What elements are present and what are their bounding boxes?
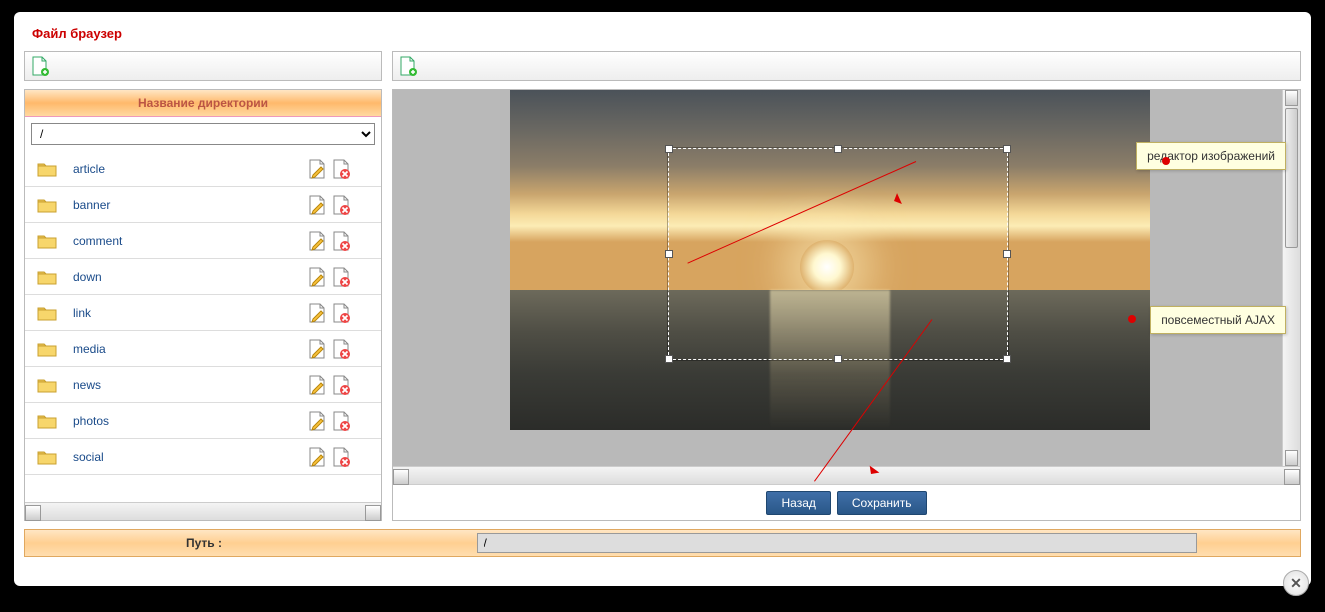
folder-icon: [37, 233, 57, 249]
editor-panel: Назад Сохранить редактор изображений пов…: [392, 89, 1301, 521]
folder-icon: [37, 197, 57, 213]
callout-dot: [1128, 315, 1136, 323]
folder-icon: [37, 449, 57, 465]
edit-icon[interactable]: [307, 302, 327, 324]
right-toolbar: [392, 51, 1301, 81]
folder-link[interactable]: comment: [69, 234, 277, 248]
folder-icon: [37, 413, 57, 429]
path-footer: Путь :: [24, 529, 1301, 557]
folder-icon: [37, 377, 57, 393]
folder-link[interactable]: media: [69, 342, 277, 356]
edit-icon[interactable]: [307, 446, 327, 468]
folder-icon: [37, 341, 57, 357]
folder-icon: [37, 161, 57, 177]
edit-icon[interactable]: [307, 266, 327, 288]
crop-selection[interactable]: [668, 148, 1008, 360]
edit-icon[interactable]: [307, 158, 327, 180]
delete-icon[interactable]: [331, 230, 351, 252]
directory-panel: Название директории / article banner comme…: [24, 89, 382, 521]
delete-icon[interactable]: [331, 158, 351, 180]
table-row: photos: [25, 403, 381, 439]
horizontal-scrollbar[interactable]: [393, 466, 1300, 484]
directory-list: article banner comment down link media news pho…: [25, 151, 381, 502]
folder-link[interactable]: link: [69, 306, 277, 320]
folder-link[interactable]: article: [69, 162, 277, 176]
directory-header: Название директории: [25, 90, 381, 117]
table-row: banner: [25, 187, 381, 223]
left-toolbar: [24, 51, 382, 81]
new-document-icon[interactable]: [399, 56, 417, 76]
file-browser-dialog: Файл браузер Название директории /: [14, 12, 1311, 586]
folder-link[interactable]: photos: [69, 414, 277, 428]
crop-handle-w[interactable]: [665, 250, 673, 258]
crop-handle-ne[interactable]: [1003, 145, 1011, 153]
table-row: media: [25, 331, 381, 367]
edit-icon[interactable]: [307, 410, 327, 432]
edit-icon[interactable]: [307, 194, 327, 216]
callout-ajax: повсеместный AJAX: [1150, 306, 1286, 334]
crop-handle-sw[interactable]: [665, 355, 673, 363]
table-row: social: [25, 439, 381, 475]
crop-handle-se[interactable]: [1003, 355, 1011, 363]
crop-handle-n[interactable]: [834, 145, 842, 153]
back-button[interactable]: Назад: [766, 491, 830, 515]
folder-link[interactable]: banner: [69, 198, 277, 212]
dialog-title: Файл браузер: [24, 20, 1301, 51]
table-row: link: [25, 295, 381, 331]
new-document-icon[interactable]: [31, 56, 49, 76]
table-row: news: [25, 367, 381, 403]
edit-icon[interactable]: [307, 230, 327, 252]
delete-icon[interactable]: [331, 374, 351, 396]
folder-link[interactable]: social: [69, 450, 277, 464]
directory-select[interactable]: /: [31, 123, 375, 145]
save-button[interactable]: Сохранить: [837, 491, 927, 515]
delete-icon[interactable]: [331, 266, 351, 288]
crop-handle-e[interactable]: [1003, 250, 1011, 258]
delete-icon[interactable]: [331, 194, 351, 216]
folder-link[interactable]: down: [69, 270, 277, 284]
delete-icon[interactable]: [331, 338, 351, 360]
crop-handle-s[interactable]: [834, 355, 842, 363]
close-button[interactable]: ✕: [1283, 570, 1309, 596]
button-bar: Назад Сохранить: [393, 484, 1300, 520]
path-label: Путь :: [25, 536, 383, 550]
delete-icon[interactable]: [331, 446, 351, 468]
folder-icon: [37, 269, 57, 285]
horizontal-scrollbar[interactable]: [25, 502, 381, 520]
callout-editor: редактор изображений: [1136, 142, 1286, 170]
table-row: down: [25, 259, 381, 295]
delete-icon[interactable]: [331, 302, 351, 324]
path-input[interactable]: [477, 533, 1197, 553]
edit-icon[interactable]: [307, 374, 327, 396]
close-icon: ✕: [1290, 575, 1302, 592]
table-row: article: [25, 151, 381, 187]
crop-handle-nw[interactable]: [665, 145, 673, 153]
callout-dot: [1162, 157, 1170, 165]
table-row: comment: [25, 223, 381, 259]
folder-link[interactable]: news: [69, 378, 277, 392]
edit-icon[interactable]: [307, 338, 327, 360]
folder-icon: [37, 305, 57, 321]
delete-icon[interactable]: [331, 410, 351, 432]
